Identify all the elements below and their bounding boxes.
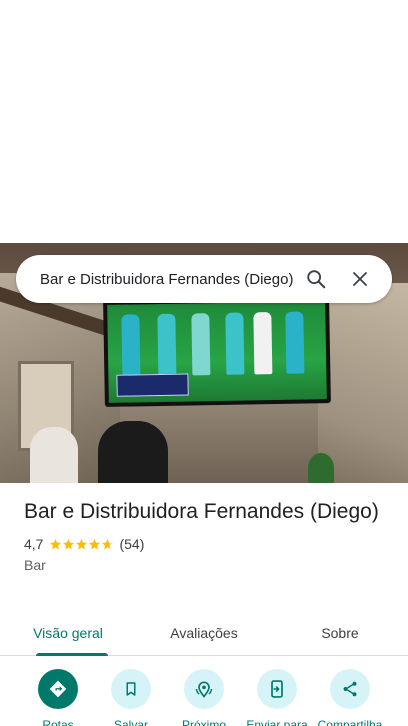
tab-overview[interactable]: Visão geral [0, 612, 136, 656]
close-icon[interactable] [338, 257, 382, 301]
map-area[interactable] [0, 0, 408, 243]
star-icon [89, 538, 101, 549]
save-button[interactable]: Salvar [93, 669, 169, 726]
send-to-phone-icon [257, 669, 297, 709]
photo-plant [308, 453, 334, 483]
directions-icon [38, 669, 78, 709]
photo-player [225, 312, 245, 375]
directions-label: Rotas [42, 718, 74, 726]
search-icon[interactable] [294, 257, 338, 301]
search-bar[interactable]: Bar e Distribuidora Fernandes (Diego) [16, 255, 392, 303]
photo-player [157, 313, 177, 377]
directions-button[interactable]: Rotas [20, 669, 96, 726]
nearby-label: Próximo [181, 718, 226, 726]
rating-row[interactable]: 4,7 (54) [24, 536, 394, 552]
bookmark-icon [111, 669, 151, 709]
photo-chair [98, 421, 168, 483]
nearby-icon [184, 669, 224, 709]
star-icon [63, 538, 75, 549]
place-category[interactable]: Bar [24, 557, 394, 573]
action-row: Rotas Salvar Próximo Enviar para Compart… [0, 669, 408, 726]
save-label: Salvar [113, 718, 148, 726]
send-to-phone-button[interactable]: Enviar para [239, 669, 315, 726]
photo-tv-screen [107, 301, 327, 403]
tab-bar: Visão geral Avaliações Sobre [0, 612, 408, 656]
tab-about[interactable]: Sobre [272, 612, 408, 655]
share-button[interactable]: Compartilha [312, 669, 388, 726]
star-icon [50, 538, 62, 549]
rating-value: 4,7 [24, 536, 44, 552]
search-input[interactable]: Bar e Distribuidora Fernandes (Diego) [40, 271, 294, 288]
send-to-phone-label: Enviar para [246, 718, 308, 726]
photo-player [191, 313, 211, 376]
photo-player [121, 314, 141, 377]
star-icon [102, 538, 114, 549]
place-title: Bar e Distribuidora Fernandes (Diego) [24, 500, 379, 523]
star-icon [76, 538, 88, 549]
photo-tv-caption [116, 373, 189, 397]
rating-stars [49, 538, 114, 551]
place-info: Bar e Distribuidora Fernandes (Diego) 4,… [24, 498, 394, 573]
nearby-button[interactable]: Próximo [166, 669, 242, 726]
photo-player [253, 312, 273, 375]
photo-chair [30, 427, 78, 483]
photo-wall-right [318, 283, 408, 483]
share-label: Compartilha [317, 718, 383, 726]
share-icon [330, 669, 370, 709]
photo-tv [103, 297, 331, 407]
photo-player [285, 311, 305, 374]
reviews-count: (54) [119, 536, 145, 552]
tab-reviews[interactable]: Avaliações [136, 612, 272, 655]
